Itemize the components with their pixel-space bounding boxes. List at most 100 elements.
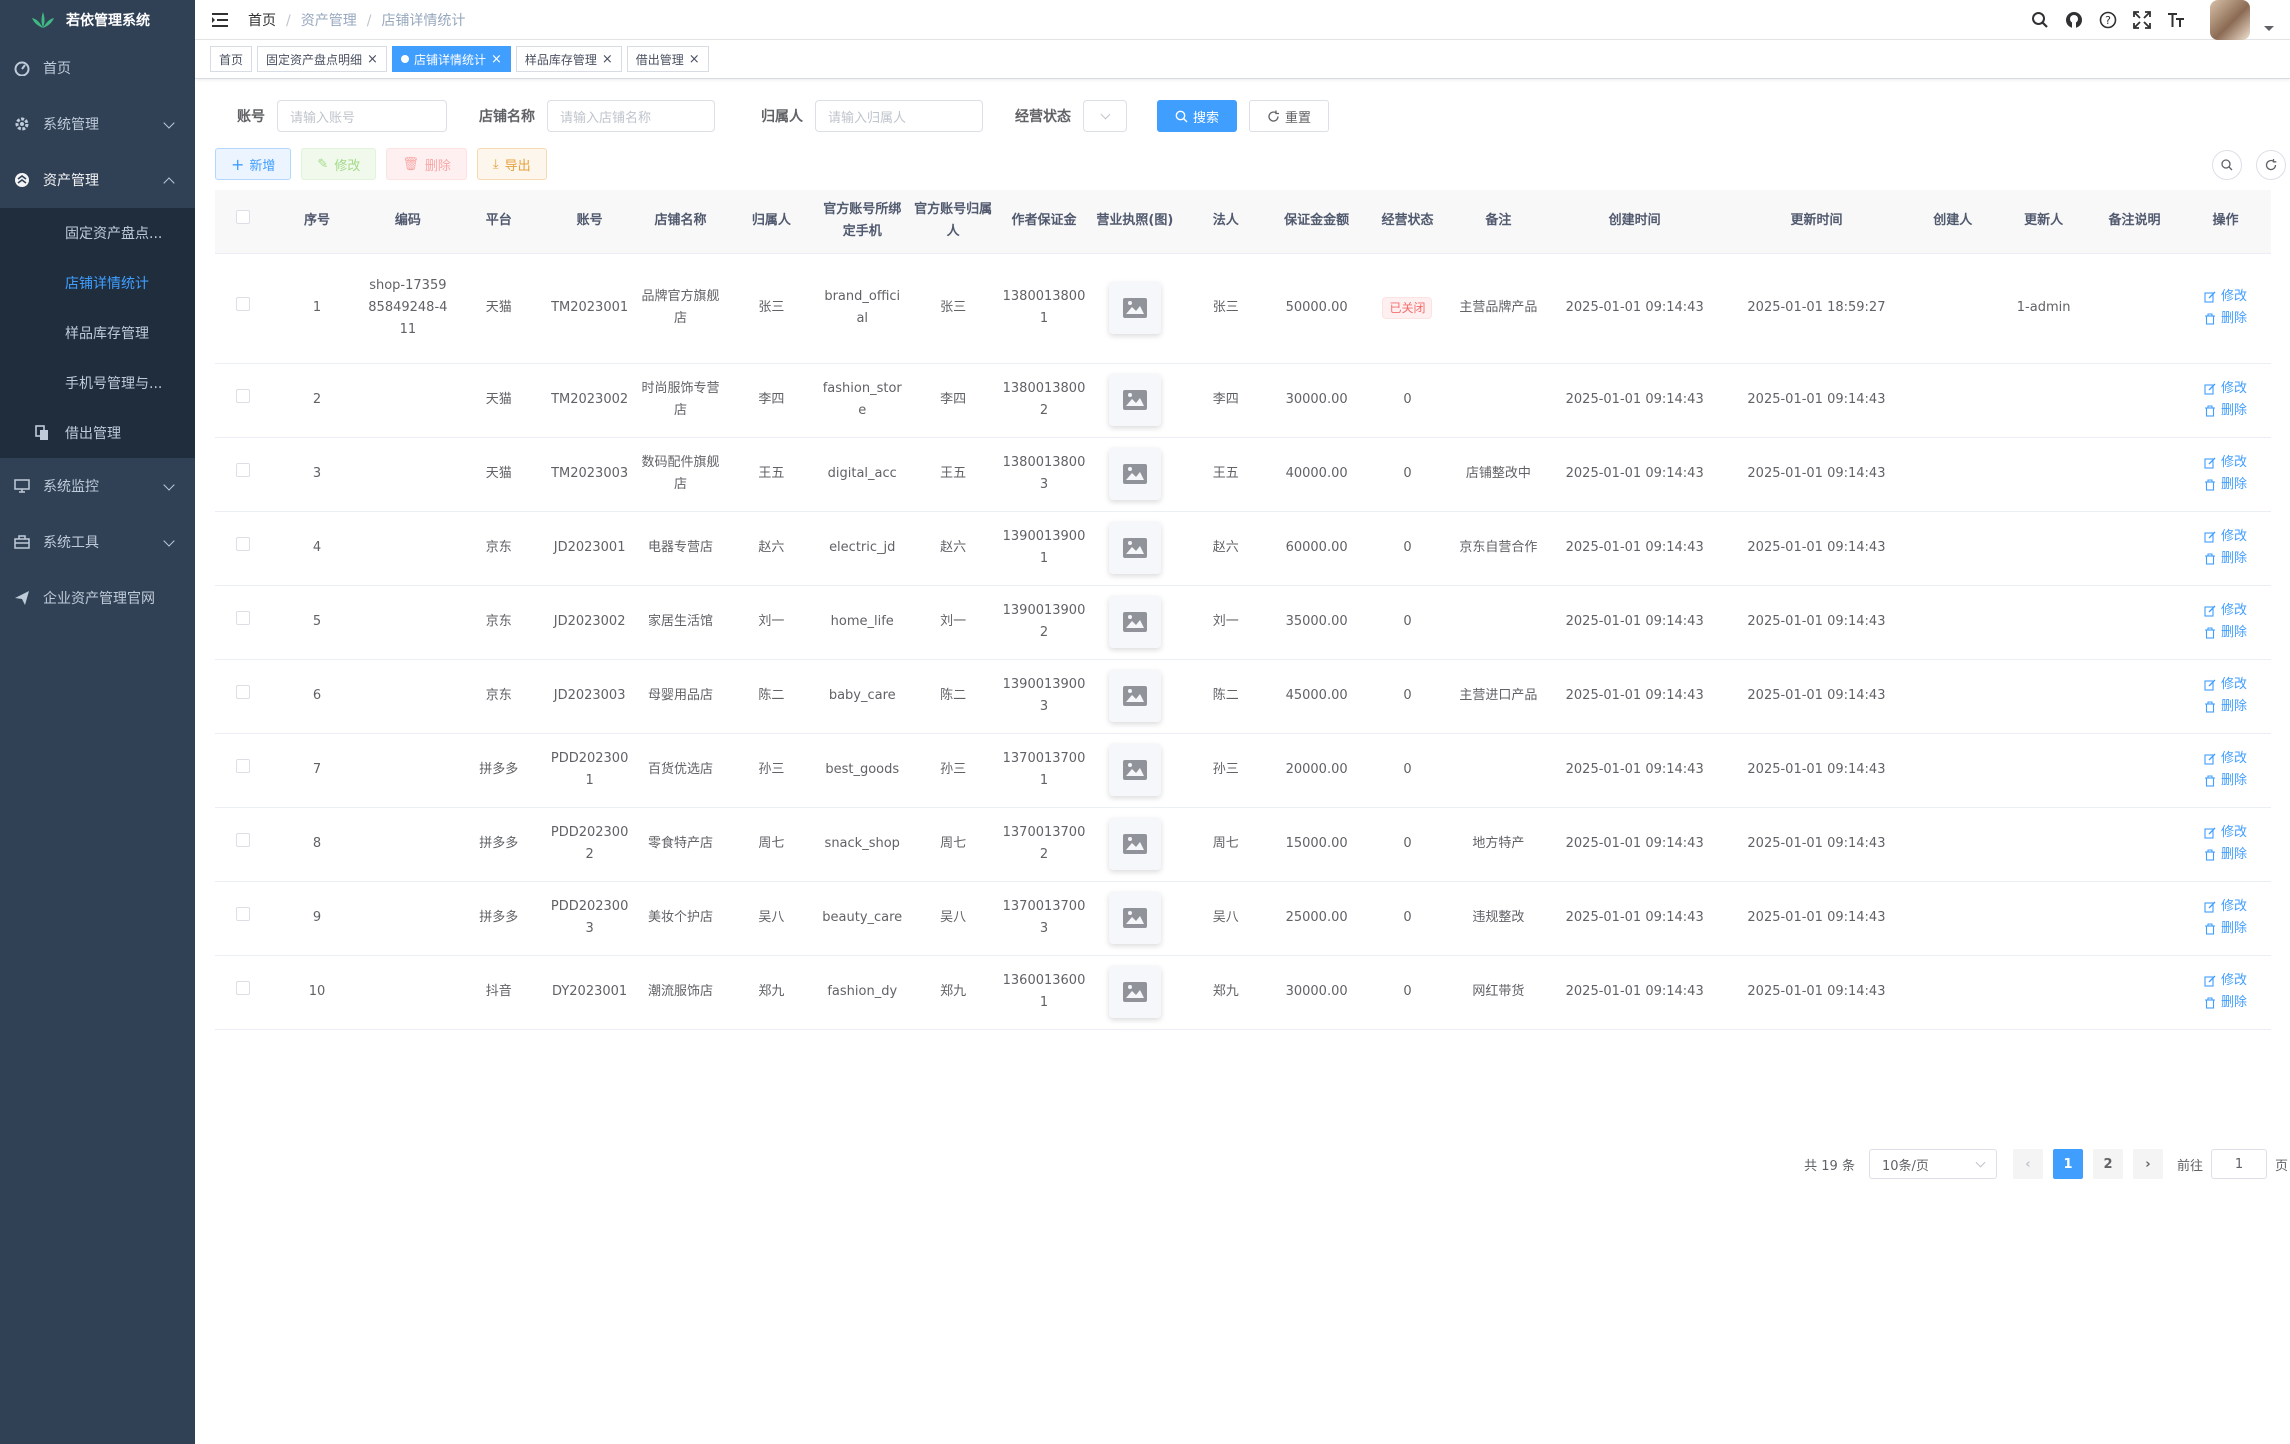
cell-platform: 拼多多 [453,733,545,808]
row-edit-button[interactable]: 修改 [2184,822,2267,844]
row-edit-button[interactable]: 修改 [2184,600,2267,622]
github-icon[interactable] [2064,10,2084,30]
add-button[interactable]: + 新增 [215,148,292,180]
page-2-button[interactable]: 2 [2092,1149,2123,1179]
toggle-search-button[interactable] [2212,150,2242,180]
row-delete-button[interactable]: 删除 [2184,622,2267,644]
image-placeholder-icon[interactable] [1108,596,1161,648]
image-placeholder-icon[interactable] [1108,448,1161,500]
row-checkbox[interactable] [236,759,251,773]
table-row[interactable]: 7 拼多多 PDD2023001 百货优选店 孙三 best_goods 孙三 1370013… [215,733,2271,808]
image-placeholder-icon[interactable] [1108,374,1161,426]
help-icon[interactable]: ? [2098,10,2118,30]
row-edit-button[interactable]: 修改 [2184,526,2267,548]
sidebar-item-assets[interactable]: 资产管理 [0,152,195,208]
goto-page-input[interactable]: 1 [2210,1149,2267,1179]
select-all-checkbox[interactable] [236,210,251,225]
tag-lending[interactable]: 借出管理 × [626,46,709,72]
hamburger-icon[interactable] [212,12,228,27]
image-placeholder-icon[interactable] [1108,670,1161,722]
row-checkbox[interactable] [236,907,251,921]
status-select[interactable] [1083,100,1127,132]
account-input[interactable]: 请输入账号 [277,100,447,132]
tag-home[interactable]: 首页 [210,46,253,72]
shop-input[interactable]: 请输入店铺名称 [547,100,715,132]
delete-button[interactable]: 🗑 删除 [386,148,467,180]
refresh-button[interactable] [2256,150,2286,180]
owner-input[interactable]: 请输入归属人 [815,100,983,132]
font-size-icon[interactable] [2166,10,2186,30]
next-page-button[interactable]: › [2132,1149,2163,1179]
row-checkbox[interactable] [236,981,251,995]
row-checkbox[interactable] [236,833,251,847]
caret-down-icon[interactable] [2264,25,2274,31]
sidebar-item-shop-details[interactable]: 店铺详情统计 [0,258,195,308]
table-row[interactable]: 6 京东 JD2023003 母婴用品店 陈二 baby_care 陈二 1390013900… [215,659,2271,734]
table-row[interactable]: 10 抖音 DY2023001 潮流服饰店 郑九 fashion_dy 郑九 13600136… [215,955,2271,1030]
row-delete-button[interactable]: 删除 [2184,474,2267,496]
row-delete-button[interactable]: 删除 [2184,770,2267,792]
page-1-button[interactable]: 1 [2052,1149,2083,1179]
sidebar-item-sample-stock[interactable]: 样品库存管理 [0,308,195,358]
row-checkbox[interactable] [236,297,251,311]
row-checkbox[interactable] [236,463,251,477]
sidebar-item-tools[interactable]: 系统工具 [0,514,195,570]
close-icon[interactable]: × [367,52,378,67]
sidebar-item-phone-mgmt[interactable]: 手机号管理与... [0,358,195,408]
close-icon[interactable]: × [491,52,502,67]
avatar[interactable] [2210,0,2250,40]
row-checkbox[interactable] [236,685,251,699]
row-edit-button[interactable]: 修改 [2184,748,2267,770]
table-row[interactable]: 4 京东 JD2023001 电器专营店 赵六 electric_jd 赵六 13900139… [215,511,2271,586]
row-checkbox[interactable] [236,611,251,625]
close-icon[interactable]: × [689,52,700,67]
prev-page-button[interactable]: ‹ [2012,1149,2043,1179]
image-placeholder-icon[interactable] [1108,818,1161,870]
sidebar-item-monitor[interactable]: 系统监控 [0,458,195,514]
row-delete-button[interactable]: 删除 [2184,696,2267,718]
row-delete-button[interactable]: 删除 [2184,308,2267,330]
edit-button[interactable]: ✎ 修改 [301,148,377,180]
image-placeholder-icon[interactable] [1108,282,1161,334]
row-edit-button[interactable]: 修改 [2184,286,2267,308]
tag-fixed-assets[interactable]: 固定资产盘点明细 × [257,46,387,72]
table-row[interactable]: 9 拼多多 PDD2023003 美妆个护店 吴八 beauty_care 吴八 137001… [215,881,2271,956]
page-size-select[interactable]: 10条/页 [1868,1149,1997,1179]
app-logo[interactable]: 若依管理系统 [0,0,195,40]
sidebar-item-fixed-assets[interactable]: 固定资产盘点... [0,208,195,258]
row-edit-button[interactable]: 修改 [2184,452,2267,474]
row-checkbox[interactable] [236,537,251,551]
image-placeholder-icon[interactable] [1108,892,1161,944]
close-icon[interactable]: × [602,52,613,67]
export-button[interactable]: ⤓ 导出 [476,148,547,180]
row-edit-button[interactable]: 修改 [2184,896,2267,918]
sidebar-item-system[interactable]: 系统管理 [0,96,195,152]
sidebar-item-website[interactable]: 企业资产管理官网 [0,570,195,626]
search-button[interactable]: 搜索 [1157,100,1237,132]
row-edit-button[interactable]: 修改 [2184,674,2267,696]
row-delete-button[interactable]: 删除 [2184,548,2267,570]
table-row[interactable]: 1 shop-1735985849248-411 天猫 TM2023001 品牌官方旗舰… [215,253,2271,364]
image-placeholder-icon[interactable] [1108,522,1161,574]
table-row[interactable]: 2 天猫 TM2023002 时尚服饰专营店 李四 fashion_store 李四 1380… [215,363,2271,438]
row-delete-button[interactable]: 删除 [2184,844,2267,866]
table-row[interactable]: 3 天猫 TM2023003 数码配件旗舰店 王五 digital_acc 王五 138001… [215,437,2271,512]
row-edit-button[interactable]: 修改 [2184,378,2267,400]
table-row[interactable]: 8 拼多多 PDD2023002 零食特产店 周七 snack_shop 周七 1370013… [215,807,2271,882]
row-delete-button[interactable]: 删除 [2184,918,2267,940]
breadcrumb-home[interactable]: 首页 [248,13,276,29]
image-placeholder-icon[interactable] [1108,744,1161,796]
sidebar-item-home[interactable]: 首页 [0,40,195,96]
image-placeholder-icon[interactable] [1108,966,1161,1018]
tag-shop-details[interactable]: 店铺详情统计 × [391,46,511,72]
row-delete-button[interactable]: 删除 [2184,400,2267,422]
reset-button[interactable]: 重置 [1249,100,1329,132]
tag-sample-stock[interactable]: 样品库存管理 × [515,46,622,72]
row-delete-button[interactable]: 删除 [2184,992,2267,1014]
row-checkbox[interactable] [236,389,251,403]
table-row[interactable]: 5 京东 JD2023002 家居生活馆 刘一 home_life 刘一 1390013900… [215,585,2271,660]
sidebar-item-lending[interactable]: 借出管理 [0,408,195,458]
search-icon[interactable] [2030,10,2050,30]
fullscreen-icon[interactable] [2132,10,2152,30]
row-edit-button[interactable]: 修改 [2184,970,2267,992]
